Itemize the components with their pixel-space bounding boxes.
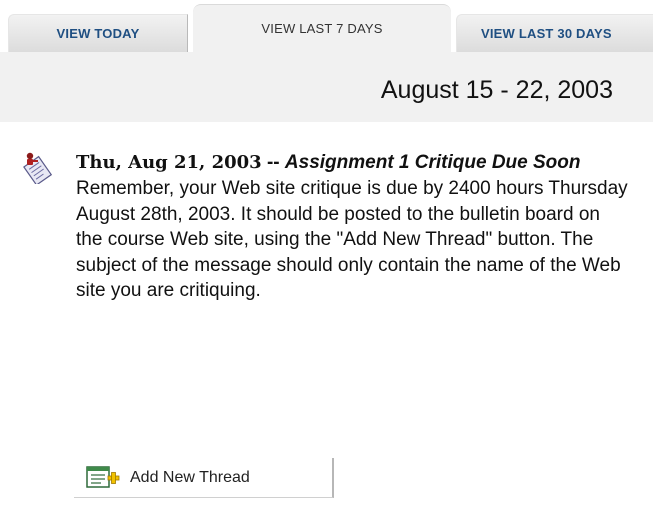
announcement-body: Remember, your Web site critique is due … <box>76 178 628 301</box>
announcement-date: Thu, Aug 21, 2003 <box>76 152 262 173</box>
tab-view-last-30-days[interactable]: VIEW LAST 30 DAYS <box>456 14 653 52</box>
announcement-icon <box>23 152 53 184</box>
announcement-entry: Thu, Aug 21, 2003 -- Assignment 1 Critiq… <box>76 150 636 304</box>
add-new-thread-label: Add New Thread <box>130 468 250 486</box>
announcement-title: Thu, Aug 21, 2003 -- Assignment 1 Critiq… <box>76 150 636 176</box>
announcement-separator: -- <box>261 152 285 173</box>
tab-strip: VIEW TODAY VIEW LAST 7 DAYS VIEW LAST 30… <box>0 0 653 52</box>
tab-view-today[interactable]: VIEW TODAY <box>8 14 188 52</box>
date-range-title: August 15 - 22, 2003 <box>380 76 613 104</box>
tab-view-last-7-days[interactable]: VIEW LAST 7 DAYS <box>193 4 451 52</box>
add-thread-icon <box>86 465 120 488</box>
add-new-thread-button[interactable]: Add New Thread <box>74 458 334 498</box>
date-range-header: August 15 - 22, 2003 <box>0 52 653 122</box>
announcement-subject: Assignment 1 Critique Due Soon <box>284 152 581 173</box>
